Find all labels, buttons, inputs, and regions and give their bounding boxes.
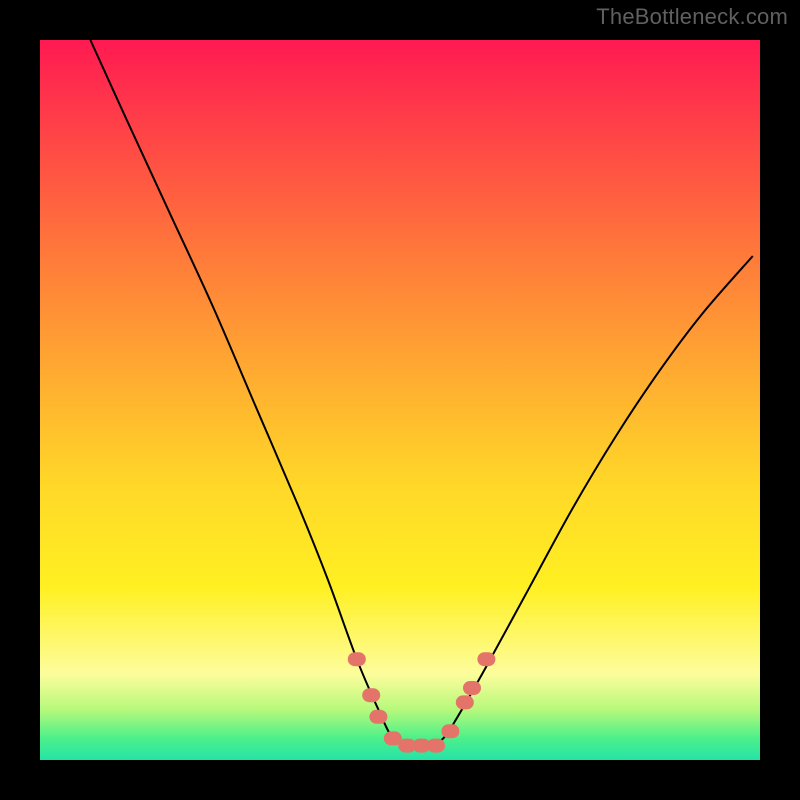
watermark-text: TheBottleneck.com [596,4,788,30]
curve-svg [40,40,760,760]
bottleneck-curve [90,40,752,747]
trough-marker [456,695,474,709]
trough-marker [463,681,481,695]
trough-markers [348,652,496,752]
trough-marker [427,739,445,753]
trough-marker [477,652,495,666]
trough-marker [348,652,366,666]
trough-marker [369,710,387,724]
trough-marker [362,688,380,702]
chart-frame: TheBottleneck.com [0,0,800,800]
trough-marker [441,724,459,738]
plot-area [40,40,760,760]
